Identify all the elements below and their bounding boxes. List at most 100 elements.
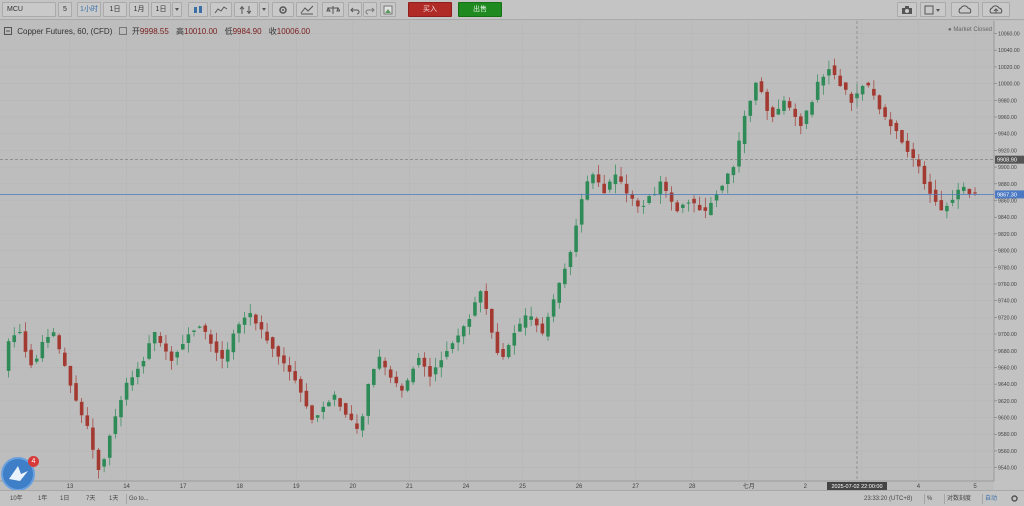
compare-button[interactable] [234,2,258,17]
candle-body [754,82,758,101]
candle-body [287,365,292,372]
percent-toggle[interactable]: % [924,494,934,504]
candle-body [888,119,893,127]
high-value: 10010.00 [184,27,218,36]
goto-button[interactable]: Go to... [126,494,151,504]
candle-body [866,82,871,86]
market-status-text: Market Closed [953,27,992,33]
candle-body [209,334,213,344]
candle-body [765,91,769,111]
screenshot-button[interactable] [897,2,917,17]
price-tick-label: 9600.00 [998,416,1017,422]
price-tick-label: 9980.00 [998,98,1017,104]
open-value: 9998.55 [139,27,169,36]
candle-body [422,357,427,367]
candle-body [63,352,67,366]
cloud-button[interactable] [951,2,979,17]
candle-body [523,315,528,328]
candle-body [613,174,618,185]
image-icon [383,5,393,15]
redo-button[interactable] [363,2,377,17]
range-7d[interactable]: 7天 [84,494,97,504]
low-label: 低 [224,27,233,36]
candle-body [512,332,517,346]
candle-body [394,376,399,384]
candle-body [372,369,376,385]
alert-button[interactable] [322,2,344,17]
price-chart[interactable]: 9540.00 9560.00 9580.00 9600.00 9620.00 9640.… [0,21,1024,490]
interval-selector[interactable]: 5 [58,2,72,17]
candle-body [664,181,668,192]
gear-icon [1011,495,1018,502]
compare-dropdown-button[interactable] [259,2,269,17]
candle-body [270,337,275,349]
price-tick-label: 9660.00 [998,365,1017,371]
settings-button[interactable] [272,2,294,17]
interval-1h-button[interactable]: 1小时 [77,2,101,17]
chevron-down-icon [175,8,179,11]
snapshot-button[interactable] [380,2,396,17]
interval-1d-button[interactable]: 1日 [103,2,127,17]
candle-body [692,198,696,204]
undo-button[interactable] [348,2,362,17]
cloud-icon [958,5,972,14]
close-value: 10006.00 [276,27,311,36]
compare-icon [239,6,252,14]
range-10y[interactable]: 10年 [8,494,25,504]
sell-button[interactable]: 出售 [458,2,502,17]
candle-body [804,110,809,124]
candle-body [164,343,168,352]
candle-body [950,199,955,203]
candle-body [624,183,629,194]
candle-body [933,189,938,202]
collapse-legend-icon[interactable] [4,26,12,37]
candle-body [18,331,22,333]
settings-bottom-button[interactable] [1008,494,1021,504]
candle-body [192,330,196,332]
candle-body [355,423,359,429]
interval-1m-button[interactable]: 1月 [129,2,149,17]
price-tick-label: 9720.00 [998,315,1017,321]
candle-body [787,101,792,108]
range-1y[interactable]: 1年 [36,494,49,504]
chart-background [0,21,1024,490]
candle-body [203,325,208,332]
price-tick-label: 9860.00 [998,198,1017,204]
range-1d[interactable]: 1日 [58,494,71,504]
buy-button[interactable]: 买入 [408,2,452,17]
layout-button[interactable] [920,2,946,17]
candle-body [79,401,84,416]
clock: 23:33:20 (UTC+8) [864,496,913,502]
chart-type-button[interactable] [188,2,208,17]
candle-body [383,360,387,368]
interval-1d-alt-button[interactable]: 1日 [151,2,171,17]
candle-body [607,181,612,190]
candle-body [900,130,904,143]
candle-body [703,207,708,211]
candle-body [973,192,977,194]
candle-body [827,69,831,76]
candle-body [107,435,112,458]
settings-small-icon[interactable] [118,26,127,37]
candle-body [169,351,174,361]
candle-body [473,302,477,316]
auto-scale-toggle[interactable]: 自动 [982,494,999,504]
candle-body [102,459,106,467]
log-scale-toggle[interactable]: 对数刻度 [944,494,973,504]
candle-body [91,427,95,450]
indicators-button[interactable] [210,2,232,17]
interval-dropdown-button[interactable] [172,2,182,17]
candle-body [490,308,494,333]
candle-body [720,185,724,191]
candle-body [259,322,264,330]
upload-button[interactable] [982,2,1010,17]
range-1day[interactable]: 1天 [107,494,120,504]
candle-body [23,331,28,352]
templates-button[interactable] [296,2,318,17]
candle-body [748,100,753,116]
last-price-label: 9867.30 [997,192,1017,198]
candle-body [568,252,573,268]
symbol-search-input[interactable]: MCU [2,2,56,17]
candle-body [922,165,927,185]
candle-body [579,199,584,225]
